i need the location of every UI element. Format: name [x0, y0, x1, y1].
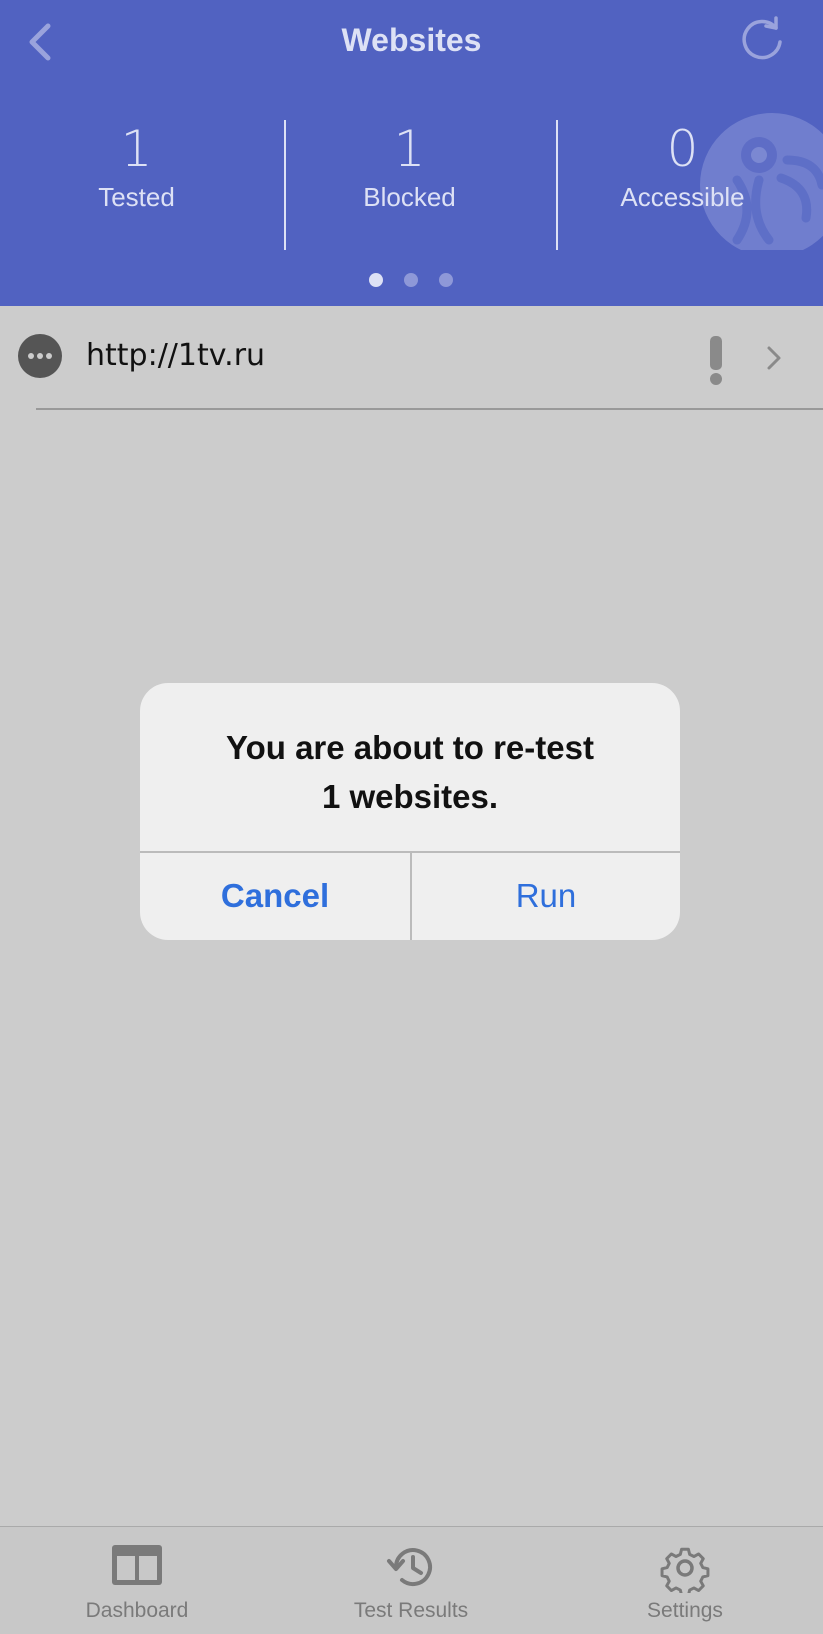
stat-blocked: 1 Blocked: [273, 118, 546, 213]
page-dot[interactable]: [404, 273, 418, 287]
stat-blocked-value: 1: [393, 120, 426, 178]
gear-icon: [660, 1547, 710, 1593]
retest-alert-dialog: You are about to re-test 1 websites. Can…: [140, 683, 680, 940]
tab-test-results[interactable]: Test Results: [274, 1527, 548, 1634]
tab-settings-label: Settings: [647, 1599, 723, 1622]
page-dot[interactable]: [439, 273, 453, 287]
page-indicator[interactable]: [0, 270, 823, 288]
stat-divider: [556, 120, 558, 250]
cancel-button[interactable]: Cancel: [140, 852, 410, 940]
stat-blocked-label: Blocked: [363, 182, 456, 212]
stat-accessible-label: Accessible: [620, 182, 745, 212]
stat-divider: [284, 120, 286, 250]
alert-message-line-1: You are about to re-test: [226, 729, 594, 766]
tab-test-results-label: Test Results: [353, 1599, 469, 1622]
list-divider: [36, 408, 823, 410]
alert-message: You are about to re-test 1 websites.: [160, 723, 660, 821]
more-dots-icon: [18, 334, 62, 378]
stat-tested-value: 1: [120, 120, 153, 178]
run-button[interactable]: Run: [411, 852, 680, 940]
tab-settings[interactable]: Settings: [548, 1527, 822, 1634]
alert-message-line-2: 1 websites.: [321, 778, 499, 815]
stat-tested: 1 Tested: [0, 118, 273, 213]
stat-accessible-value: 0: [666, 120, 699, 178]
website-url: http://1tv.ru: [86, 338, 266, 373]
stat-accessible: 0 Accessible: [546, 118, 819, 213]
dashboard-icon: [112, 1545, 162, 1585]
tab-dashboard-label: Dashboard: [85, 1599, 189, 1622]
tab-bar: Dashboard Test Results Settings: [0, 1526, 823, 1634]
refresh-icon[interactable]: [736, 14, 788, 66]
list-item[interactable]: http://1tv.ru: [0, 306, 823, 410]
blocked-warning-icon: [710, 336, 722, 385]
page-dot[interactable]: [369, 273, 383, 287]
tab-dashboard[interactable]: Dashboard: [0, 1527, 274, 1634]
stat-tested-label: Tested: [98, 182, 175, 212]
page-title: Websites: [341, 22, 482, 58]
header: Websites 1 Tested 1 Blocked 0 Accessible: [0, 0, 823, 306]
history-icon: [387, 1548, 432, 1586]
stats-panel: 1 Tested 1 Blocked 0 Accessible: [0, 118, 823, 250]
chevron-right-icon: [767, 346, 781, 370]
